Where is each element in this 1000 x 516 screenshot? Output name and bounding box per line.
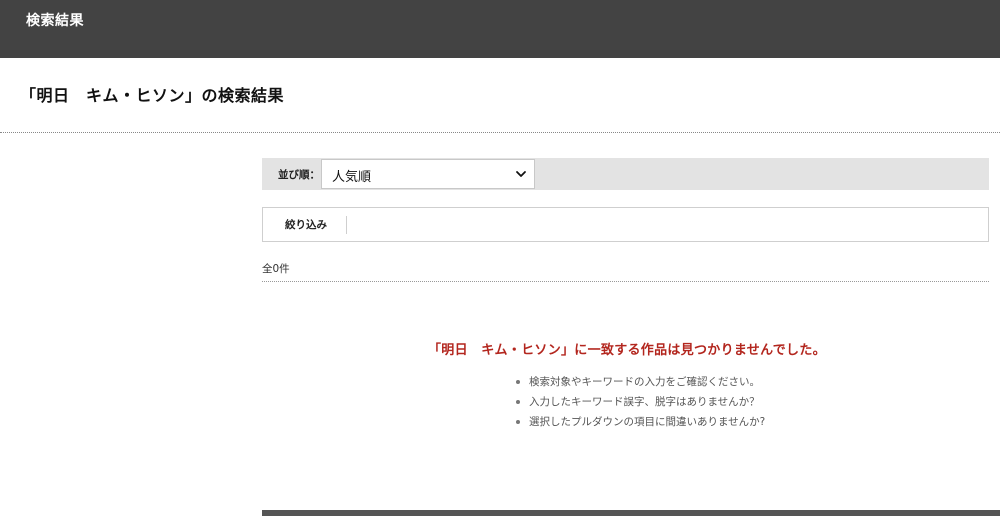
no-result-message: 「明日 キム・ヒソン」に一致する作品は見つかりませんでした。: [428, 343, 826, 358]
title-divider: [0, 132, 1000, 133]
page-title: 「明日 キム・ヒソン」の検索結果: [20, 86, 285, 105]
search-tip-item: 選択したプルダウンの項目に間違いありませんか?: [516, 414, 765, 434]
filter-button[interactable]: 絞り込み: [285, 217, 327, 232]
search-tip-item: 入力したキーワード誤字、脱字はありませんか？: [516, 394, 765, 414]
header-title: 検索結果: [26, 13, 84, 29]
footer-bar: [262, 510, 1000, 516]
sort-bar: 並び順： 人気順: [262, 158, 989, 190]
top-header-bar: 検索結果: [0, 0, 1000, 58]
sort-label: 並び順：: [278, 169, 320, 181]
count-divider: [262, 281, 989, 282]
chevron-down-icon: [514, 164, 528, 184]
filter-divider: [346, 216, 347, 234]
result-count: 全0件: [262, 263, 290, 275]
search-tip-item: 検索対象やキーワードの入力をご確認ください。: [516, 374, 765, 394]
sort-selected-value: 人気順: [332, 170, 372, 185]
filter-bar: 絞り込み: [262, 207, 989, 242]
search-tips-list: 検索対象やキーワードの入力をご確認ください。 入力したキーワード誤字、脱字はあり…: [516, 374, 765, 434]
sort-order-select[interactable]: 人気順: [321, 159, 535, 189]
